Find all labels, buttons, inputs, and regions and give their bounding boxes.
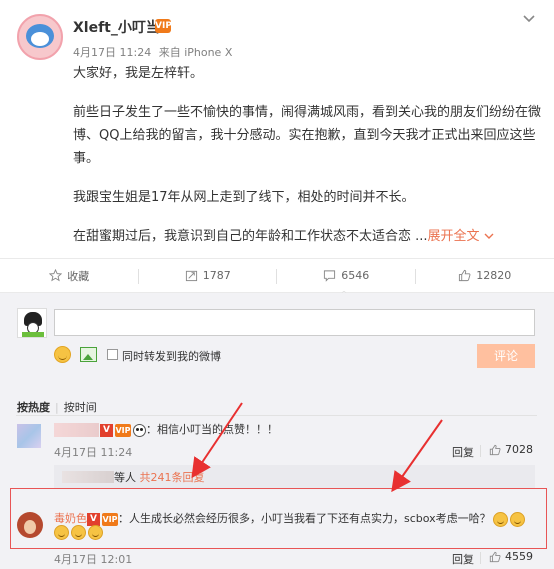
comment-1-content: V VIP ：相信小叮当的点赞！！！ xyxy=(100,421,278,437)
repost-icon xyxy=(185,270,197,282)
sub-reply-usernames-blurred xyxy=(62,471,114,483)
post-source: 来自 iPhone X xyxy=(158,46,233,59)
like-count: 12820 xyxy=(476,269,512,282)
smiley-emoji-icon xyxy=(492,511,508,527)
post-paragraph-1: 大家好，我是左梓轩。 xyxy=(73,66,204,81)
thumbs-up-icon xyxy=(459,269,471,282)
vip-icon: VIP xyxy=(102,512,118,526)
expand-full-text-link[interactable]: 展开全文 xyxy=(428,229,494,244)
post-date[interactable]: 4月17日 11:24 xyxy=(73,46,151,59)
post-body: 大家好，我是左梓轩。 前些日子发生了一些不愉快的事情，闹得满城风雨，看到关心我的… xyxy=(73,62,543,264)
thumbs-up-icon xyxy=(489,444,501,455)
weibo-post: Xleft_小叮当 VIP 4月17日 11:24 来自 iPhone X 大家… xyxy=(0,0,554,258)
comment-2-reply-button[interactable]: 回复 xyxy=(452,551,474,567)
star-icon xyxy=(49,269,63,282)
comment-1-like-count: 7028 xyxy=(505,443,533,456)
comment-1-time: 4月17日 11:24 xyxy=(54,446,133,459)
smiley-emoji-icon xyxy=(88,525,103,540)
post-meta: 4月17日 11:24 来自 iPhone X xyxy=(73,44,232,60)
repost-button[interactable]: 1787 xyxy=(139,259,278,292)
my-avatar xyxy=(17,308,47,338)
post-paragraph-4-text: 在甜蜜期过后，我意识到自己的年龄和工作状态不太适合恋 ... xyxy=(73,229,428,244)
comment-input[interactable] xyxy=(54,309,535,336)
repost-checkbox[interactable] xyxy=(107,349,118,360)
sub-reply-count-link[interactable]: 共241条回复 xyxy=(140,471,205,484)
sort-by-time-tab[interactable]: 按时间 xyxy=(64,401,97,414)
panda-badge-icon xyxy=(133,423,146,437)
sort-divider-line xyxy=(16,415,537,416)
comments-panel: 同时转发到我的微博 评论 按热度 | 按时间 V VIP ：相信小叮当的点赞！！！ 4月… xyxy=(0,293,554,569)
favorite-button[interactable]: 收藏 xyxy=(0,259,139,292)
comment-1-like-button[interactable]: 7028 xyxy=(489,443,533,456)
vip-badge-icon: VIP xyxy=(155,19,172,33)
comment-2-time: 4月17日 12:01 xyxy=(54,553,133,566)
expand-chevron-icon xyxy=(484,233,494,239)
post-paragraph-2: 前些日子发生了一些不愉快的事情，闹得满城风雨，看到关心我的朋友们纷纷在微博、QQ… xyxy=(73,105,542,166)
comment-2-content: 毒奶色 V VIP：人生成长必然会经历很多，小叮当我看了下还有点实力，scbox考虑… xyxy=(54,510,525,527)
post-action-bar: 收藏 1787 6546 12820 xyxy=(0,258,554,293)
sort-by-hot-tab[interactable]: 按热度 xyxy=(17,401,50,414)
comment-2-username[interactable]: 毒奶色 xyxy=(54,512,87,525)
chevron-down-icon[interactable] xyxy=(522,12,536,26)
favorite-label: 收藏 xyxy=(67,269,90,283)
post-paragraph-3: 我跟宝生姐是17年从网上走到了线下，相处的时间并不长。 xyxy=(73,190,415,205)
post-author-avatar[interactable] xyxy=(17,14,63,60)
verified-v-icon: V xyxy=(87,512,100,526)
comment-icon xyxy=(324,270,336,282)
comment-1-text: ：相信小叮当的点赞！！！ xyxy=(146,423,278,436)
like-button[interactable]: 12820 xyxy=(416,259,554,292)
comment-1-username-blurred[interactable] xyxy=(54,423,99,437)
comment-1-avatar[interactable] xyxy=(17,424,41,448)
comment-1-action-divider xyxy=(480,445,481,457)
comment-button[interactable]: 6546 xyxy=(277,259,416,292)
comment-1-reply-button[interactable]: 回复 xyxy=(452,444,474,460)
smiley-emoji-icon xyxy=(509,511,525,527)
sub-reply-suffix: 等人 xyxy=(114,471,136,484)
submit-comment-button[interactable]: 评论 xyxy=(477,344,535,368)
comment-2-action-divider xyxy=(480,552,481,564)
thumbs-up-icon xyxy=(489,551,501,562)
image-upload-icon[interactable] xyxy=(80,347,97,362)
comment-2-like-count: 4559 xyxy=(505,550,533,563)
comment-count: 6546 xyxy=(341,269,370,282)
post-author-name[interactable]: Xleft_小叮当 xyxy=(73,17,160,37)
comment-2-like-button[interactable]: 4559 xyxy=(489,550,533,563)
expand-label: 展开全文 xyxy=(427,229,480,244)
sub-reply-summary[interactable]: 等人 共241条回复 xyxy=(114,469,205,485)
smiley-emoji-icon xyxy=(54,525,69,540)
repost-count: 1787 xyxy=(202,269,231,282)
vip-icon: VIP xyxy=(115,423,131,437)
repost-checkbox-label: 同时转发到我的微博 xyxy=(122,350,221,363)
comment-2-emoji-row xyxy=(54,525,103,540)
comment-2-avatar[interactable] xyxy=(17,512,43,538)
verified-v-icon: V xyxy=(100,423,113,437)
smiley-emoji-icon xyxy=(71,525,86,540)
comment-2-text: ：人生成长必然会经历很多，小叮当我看了下还有点实力，scbox考虑一哈？ xyxy=(118,512,491,525)
post-paragraph-4: 在甜蜜期过后，我意识到自己的年龄和工作状态不太适合恋 ...展开全文 xyxy=(73,225,543,248)
sort-divider: | xyxy=(55,401,59,414)
comment-sort-bar: 按热度 | 按时间 xyxy=(17,399,97,415)
emoji-icon[interactable] xyxy=(54,346,71,363)
